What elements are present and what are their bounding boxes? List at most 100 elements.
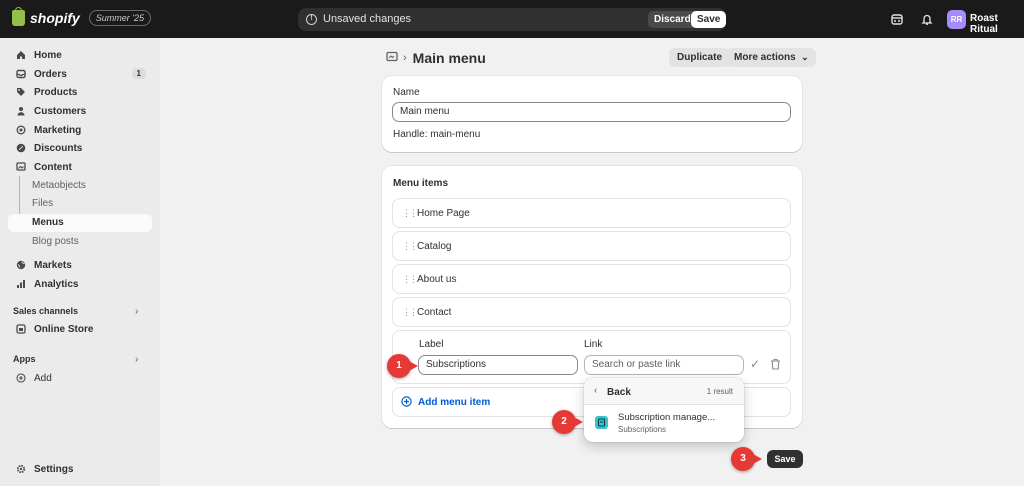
sidebar-item-label: Markets	[34, 259, 72, 271]
sidebar-item-label: Content	[34, 161, 72, 173]
result-subtitle: Subscriptions	[618, 425, 667, 434]
sidebar-sub-blog-posts[interactable]: Blog posts	[32, 236, 79, 247]
menu-items-heading: Menu items	[393, 178, 449, 189]
sidebar-item-label: Settings	[34, 463, 74, 475]
sidebar-item-label: Marketing	[34, 124, 82, 136]
page-title: Main menu	[412, 50, 486, 66]
alert-icon: !	[306, 14, 317, 25]
apps-heading[interactable]: Apps	[13, 354, 36, 364]
sidebar-item-discounts[interactable]: Discounts	[8, 139, 152, 157]
plus-circle-icon	[401, 396, 412, 410]
check-icon[interactable]: ✓	[750, 357, 760, 371]
content-icon	[16, 162, 26, 172]
chevron-down-icon: ⌄	[801, 52, 809, 62]
sidebar-item-label: Analytics	[34, 278, 79, 290]
sidebar-item-products[interactable]: Products	[8, 83, 152, 101]
result-count: 1 result	[706, 387, 733, 396]
back-button[interactable]: Back	[607, 387, 631, 398]
sidebar-item-online-store[interactable]: Online Store	[8, 320, 152, 338]
menu-item-row[interactable]: ⋮⋮ Contact	[392, 297, 791, 327]
sales-channels-heading[interactable]: Sales channels	[13, 306, 78, 316]
step-marker-3: 3	[731, 447, 762, 471]
bell-icon[interactable]	[920, 12, 934, 26]
duplicate-button[interactable]: Duplicate	[669, 48, 731, 67]
name-input[interactable]: Main menu	[392, 102, 791, 122]
link-search-popover: ‹ Back 1 result Subscription manage... S…	[584, 378, 744, 442]
more-actions-label: More actions	[734, 52, 796, 63]
sidebar-item-markets[interactable]: Markets	[8, 256, 152, 274]
sidebar-item-label: Online Store	[34, 323, 94, 335]
chevron-right-icon[interactable]: ›	[135, 306, 138, 317]
sidebar-item-label: Customers	[34, 105, 87, 117]
drag-handle-icon[interactable]: ⋮⋮	[402, 208, 418, 219]
subscription-app-icon	[595, 416, 608, 429]
store-icon[interactable]	[890, 12, 904, 26]
menu-item-label: Home Page	[417, 208, 470, 219]
step-marker-2: 2	[552, 410, 583, 434]
sidebar-item-customers[interactable]: Customers	[8, 102, 152, 120]
discard-button[interactable]: Discard	[648, 11, 697, 28]
plus-circle-icon	[16, 373, 26, 383]
shopify-bag-icon	[12, 7, 25, 26]
sidebar-item-add-app[interactable]: Add	[8, 369, 152, 387]
person-icon	[16, 106, 26, 116]
search-result-item[interactable]: Subscription manage... Subscriptions	[588, 408, 740, 438]
sidebar-sub-menus[interactable]: Menus	[8, 214, 152, 232]
add-menu-item-link[interactable]: Add menu item	[418, 397, 490, 408]
sidebar-item-home[interactable]: Home	[8, 46, 152, 64]
sidebar-item-marketing[interactable]: Marketing	[8, 121, 152, 139]
sidebar-sub-files[interactable]: Files	[32, 198, 53, 209]
target-icon	[16, 125, 26, 135]
menu-item-row[interactable]: ⋮⋮ Catalog	[392, 231, 791, 261]
label-input[interactable]: Subscriptions	[418, 355, 578, 375]
sidebar-item-label: Orders	[34, 68, 67, 80]
save-button-top[interactable]: Save	[691, 11, 727, 28]
sidebar-item-label: Discounts	[34, 142, 83, 154]
drag-handle-icon[interactable]: ⋮⋮	[402, 307, 418, 318]
menu-item-row[interactable]: ⋮⋮ Home Page	[392, 198, 791, 228]
sidebar-sub-metaobjects[interactable]: Metaobjects	[32, 180, 86, 191]
page-header: › Main menu	[386, 49, 486, 67]
link-input[interactable]: Search or paste link	[584, 355, 744, 375]
sidebar-item-settings[interactable]: Settings	[8, 460, 152, 478]
label-heading: Label	[419, 339, 444, 350]
content-icon[interactable]	[386, 51, 398, 66]
trash-icon[interactable]	[770, 358, 781, 373]
handle-text: Handle: main-menu	[393, 129, 481, 140]
edition-badge: Summer '25	[88, 10, 152, 26]
save-button[interactable]: Save	[767, 450, 803, 468]
sidebar-item-label: Add	[34, 372, 52, 384]
popover-header: ‹ Back 1 result	[584, 378, 744, 405]
sidebar: Home Orders 1 Products Customers Marketi…	[0, 38, 160, 486]
drag-handle-icon[interactable]: ⋮⋮	[402, 274, 418, 285]
link-heading: Link	[584, 339, 603, 350]
shopify-logo[interactable]: shopify Summer '25	[12, 7, 152, 26]
logo-text: shopify	[30, 10, 80, 26]
online-store-icon	[16, 324, 26, 334]
chart-icon	[16, 279, 26, 289]
discount-icon	[16, 143, 26, 153]
unsaved-changes-bar: ! Unsaved changes Discard Save	[298, 8, 727, 31]
sidebar-item-label: Products	[34, 86, 78, 98]
sidebar-item-analytics[interactable]: Analytics	[8, 275, 152, 293]
name-label: Name	[393, 87, 420, 98]
result-title: Subscription manage...	[618, 412, 716, 423]
sidebar-item-orders[interactable]: Orders 1	[8, 65, 152, 83]
store-name[interactable]: Roast Ritual	[970, 13, 1024, 35]
menu-item-label: About us	[417, 274, 457, 285]
step-marker-1: 1	[387, 354, 418, 378]
top-bar: shopify Summer '25 ! Unsaved changes Dis…	[0, 0, 1024, 38]
avatar[interactable]: RR	[947, 10, 966, 29]
drag-handle-icon[interactable]: ⋮⋮	[402, 241, 418, 252]
home-icon	[16, 50, 26, 60]
sidebar-item-content[interactable]: Content	[8, 158, 152, 176]
tag-icon	[16, 87, 26, 97]
orders-icon	[16, 69, 26, 79]
chevron-left-icon[interactable]: ‹	[594, 385, 597, 396]
menu-item-label: Contact	[417, 307, 452, 318]
gear-icon	[16, 464, 26, 474]
menu-item-row[interactable]: ⋮⋮ About us	[392, 264, 791, 294]
more-actions-button[interactable]: More actions ⌄	[726, 48, 816, 67]
menu-item-label: Catalog	[417, 241, 452, 252]
chevron-right-icon[interactable]: ›	[135, 354, 138, 365]
